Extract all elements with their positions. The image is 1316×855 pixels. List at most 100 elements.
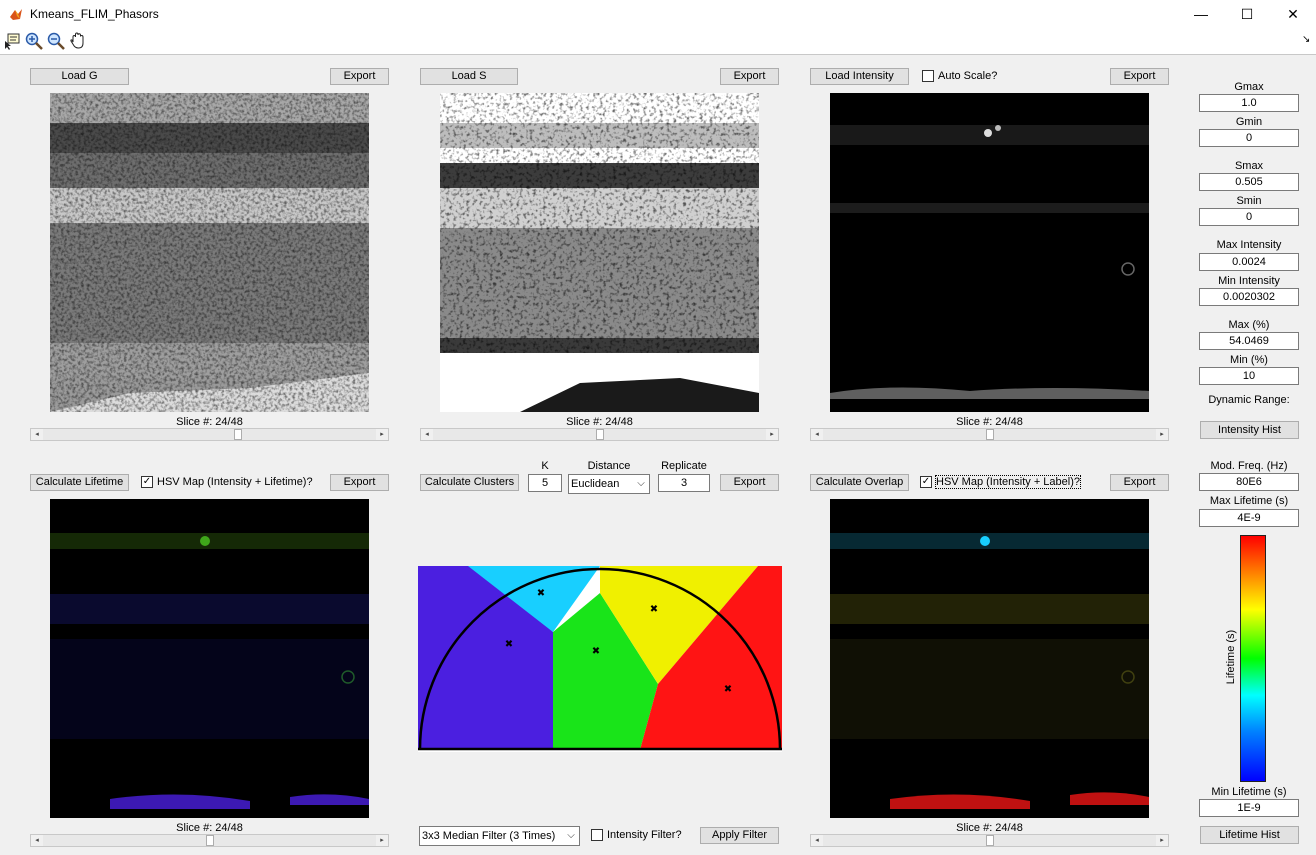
gmax-input[interactable]: 1.0 — [1199, 94, 1299, 112]
g-image-texture — [50, 93, 369, 412]
g-image — [50, 93, 369, 412]
auto-scale-checkbox[interactable] — [922, 70, 934, 82]
distance-select[interactable]: Euclidean ⌵ — [568, 474, 650, 494]
k-input[interactable]: 5 — [528, 474, 562, 492]
lifetime-slice-label: Slice #: 24/48 — [176, 822, 243, 834]
slider-left-arrow-icon[interactable]: ◂ — [31, 835, 43, 846]
lifetime-image-texture — [50, 499, 369, 818]
zoom-in-icon[interactable] — [24, 31, 44, 51]
export-clusters-button[interactable]: Export — [720, 474, 779, 491]
g-slice-label: Slice #: 24/48 — [176, 416, 243, 428]
hsv-lifetime-label: HSV Map (Intensity + Lifetime)? — [157, 476, 313, 488]
k-label: K — [541, 460, 549, 472]
minimize-button[interactable]: — — [1178, 0, 1224, 28]
max-intensity-input[interactable]: 0.0024 — [1199, 253, 1299, 271]
centroid-marker-3: ✖ — [592, 646, 600, 657]
slider-thumb[interactable] — [986, 835, 994, 846]
toolbar: ↘ — [0, 28, 1316, 55]
export-intensity-button[interactable]: Export — [1110, 68, 1169, 85]
intensity-slice-slider[interactable]: ◂ ▸ — [810, 428, 1169, 441]
phasor-cluster-plot: ✖ ✖ ✖ ✖ ✖ — [418, 566, 782, 752]
s-slice-slider[interactable]: ◂ ▸ — [420, 428, 779, 441]
intensity-hist-button[interactable]: Intensity Hist — [1200, 421, 1299, 439]
min-percent-input[interactable]: 10 — [1199, 367, 1299, 385]
slider-thumb[interactable] — [986, 429, 994, 440]
g-slice-slider[interactable]: ◂ ▸ — [30, 428, 389, 441]
overlap-image — [830, 499, 1149, 818]
intensity-slice-label: Slice #: 24/48 — [956, 416, 1023, 428]
load-g-button[interactable]: Load G — [30, 68, 129, 85]
smin-label: Smin — [1236, 195, 1262, 207]
centroid-marker-1: ✖ — [505, 639, 513, 650]
intensity-filter-label: Intensity Filter? — [607, 829, 682, 841]
overlap-image-texture — [830, 499, 1149, 818]
min-intensity-input[interactable]: 0.0020302 — [1199, 288, 1299, 306]
auto-scale-label: Auto Scale? — [938, 70, 998, 82]
hsv-label-label: HSV Map (Intensity + Label)? — [935, 475, 1081, 489]
calculate-lifetime-button[interactable]: Calculate Lifetime — [30, 474, 129, 491]
filter-select-value: 3x3 Median Filter (3 Times) — [422, 830, 556, 842]
slider-left-arrow-icon[interactable]: ◂ — [31, 429, 43, 440]
max-intensity-label: Max Intensity — [1216, 239, 1282, 251]
centroid-marker-4: ✖ — [650, 604, 658, 615]
min-lifetime-input[interactable]: 1E-9 — [1199, 799, 1299, 817]
max-lifetime-input[interactable]: 4E-9 — [1199, 509, 1299, 527]
toolbar-expand-icon[interactable]: ↘ — [1302, 34, 1310, 45]
max-lifetime-label: Max Lifetime (s) — [1209, 495, 1289, 507]
export-g-button[interactable]: Export — [330, 68, 389, 85]
lifetime-hist-button[interactable]: Lifetime Hist — [1200, 826, 1299, 844]
zoom-out-icon[interactable] — [46, 31, 66, 51]
apply-filter-button[interactable]: Apply Filter — [700, 827, 779, 844]
max-percent-input[interactable]: 54.0469 — [1199, 332, 1299, 350]
overlap-slice-slider[interactable]: ◂ ▸ — [810, 834, 1169, 847]
mod-freq-input[interactable]: 80E6 — [1199, 473, 1299, 491]
intensity-image — [830, 93, 1149, 412]
slider-thumb[interactable] — [234, 429, 242, 440]
export-overlap-button[interactable]: Export — [1110, 474, 1169, 491]
overlap-slice-label: Slice #: 24/48 — [956, 822, 1023, 834]
load-intensity-button[interactable]: Load Intensity — [810, 68, 909, 85]
hsv-label-checkbox[interactable]: ✓ — [920, 476, 932, 488]
calculate-overlap-button[interactable]: Calculate Overlap — [810, 474, 909, 491]
smax-input[interactable]: 0.505 — [1199, 173, 1299, 191]
slider-right-arrow-icon[interactable]: ▸ — [376, 429, 388, 440]
calculate-clusters-button[interactable]: Calculate Clusters — [420, 474, 519, 491]
slider-left-arrow-icon[interactable]: ◂ — [811, 835, 823, 846]
maximize-button[interactable]: ☐ — [1224, 0, 1270, 28]
lifetime-slice-slider[interactable]: ◂ ▸ — [30, 834, 389, 847]
slider-thumb[interactable] — [206, 835, 214, 846]
centroid-marker-2: ✖ — [537, 588, 545, 599]
slider-right-arrow-icon[interactable]: ▸ — [766, 429, 778, 440]
slider-right-arrow-icon[interactable]: ▸ — [1156, 835, 1168, 846]
gmin-label: Gmin — [1235, 116, 1263, 128]
close-button[interactable]: ✕ — [1270, 0, 1316, 28]
lifetime-colorbar — [1240, 535, 1266, 782]
export-lifetime-button[interactable]: Export — [330, 474, 389, 491]
intensity-filter-checkbox[interactable] — [591, 829, 603, 841]
hsv-lifetime-checkbox[interactable]: ✓ — [141, 476, 153, 488]
s-image — [440, 93, 759, 412]
smin-input[interactable]: 0 — [1199, 208, 1299, 226]
intensity-image-texture — [830, 93, 1149, 412]
filter-select[interactable]: 3x3 Median Filter (3 Times) ⌵ — [419, 826, 580, 846]
slider-left-arrow-icon[interactable]: ◂ — [811, 429, 823, 440]
export-s-button[interactable]: Export — [720, 68, 779, 85]
min-percent-label: Min (%) — [1230, 354, 1268, 366]
slider-left-arrow-icon[interactable]: ◂ — [421, 429, 433, 440]
pan-hand-icon[interactable] — [68, 31, 88, 51]
window-title: Kmeans_FLIM_Phasors — [30, 7, 159, 21]
slider-right-arrow-icon[interactable]: ▸ — [376, 835, 388, 846]
data-cursor-icon[interactable] — [2, 31, 22, 51]
min-intensity-label: Min Intensity — [1218, 275, 1280, 287]
phasor-cluster-svg: ✖ ✖ ✖ ✖ ✖ — [418, 566, 782, 751]
chevron-down-icon: ⌵ — [637, 478, 645, 489]
replicate-input[interactable]: 3 — [658, 474, 710, 492]
s-slice-label: Slice #: 24/48 — [566, 416, 633, 428]
smax-label: Smax — [1234, 160, 1264, 172]
slider-right-arrow-icon[interactable]: ▸ — [1156, 429, 1168, 440]
gmin-input[interactable]: 0 — [1199, 129, 1299, 147]
slider-thumb[interactable] — [596, 429, 604, 440]
s-image-texture — [440, 93, 759, 412]
dynamic-range-label: Dynamic Range: — [1208, 394, 1290, 406]
load-s-button[interactable]: Load S — [420, 68, 518, 85]
